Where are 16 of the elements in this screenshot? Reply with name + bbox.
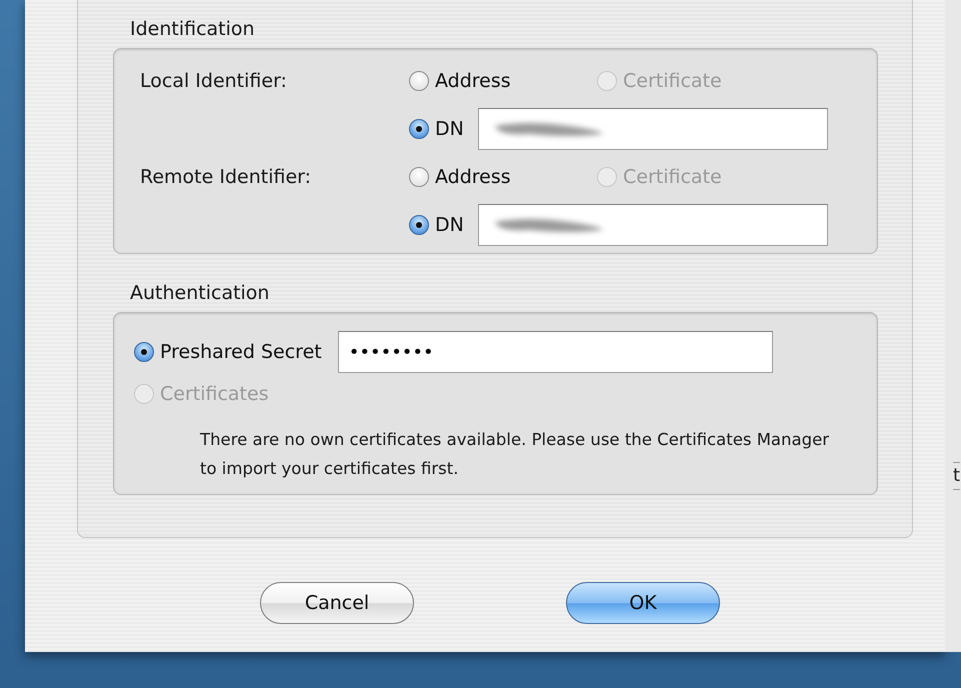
text-field[interactable] — [478, 108, 828, 150]
cancel-button[interactable]: Cancel — [260, 582, 414, 624]
radio-button[interactable]: DN — [409, 118, 464, 140]
radio-button[interactable]: Address — [409, 70, 583, 92]
radio-button[interactable]: DN — [409, 214, 464, 236]
window-text: t — [953, 462, 960, 490]
field-label: Remote Identifier: — [139, 165, 312, 190]
radio-button[interactable]: Preshared Secret — [134, 341, 322, 363]
field-label: Local Identifier: — [139, 69, 288, 94]
ok-button[interactable]: OK — [566, 582, 720, 624]
password-field[interactable]: •••••••• — [338, 331, 773, 373]
info-text: There are no own certificates available. Please use the Certificates Manager to import your certificates first. — [200, 429, 830, 480]
group-title: Authentication — [130, 282, 270, 306]
group-title: Identification — [130, 18, 256, 42]
text-field[interactable] — [478, 204, 828, 246]
radio-button[interactable]: Address — [409, 166, 583, 188]
